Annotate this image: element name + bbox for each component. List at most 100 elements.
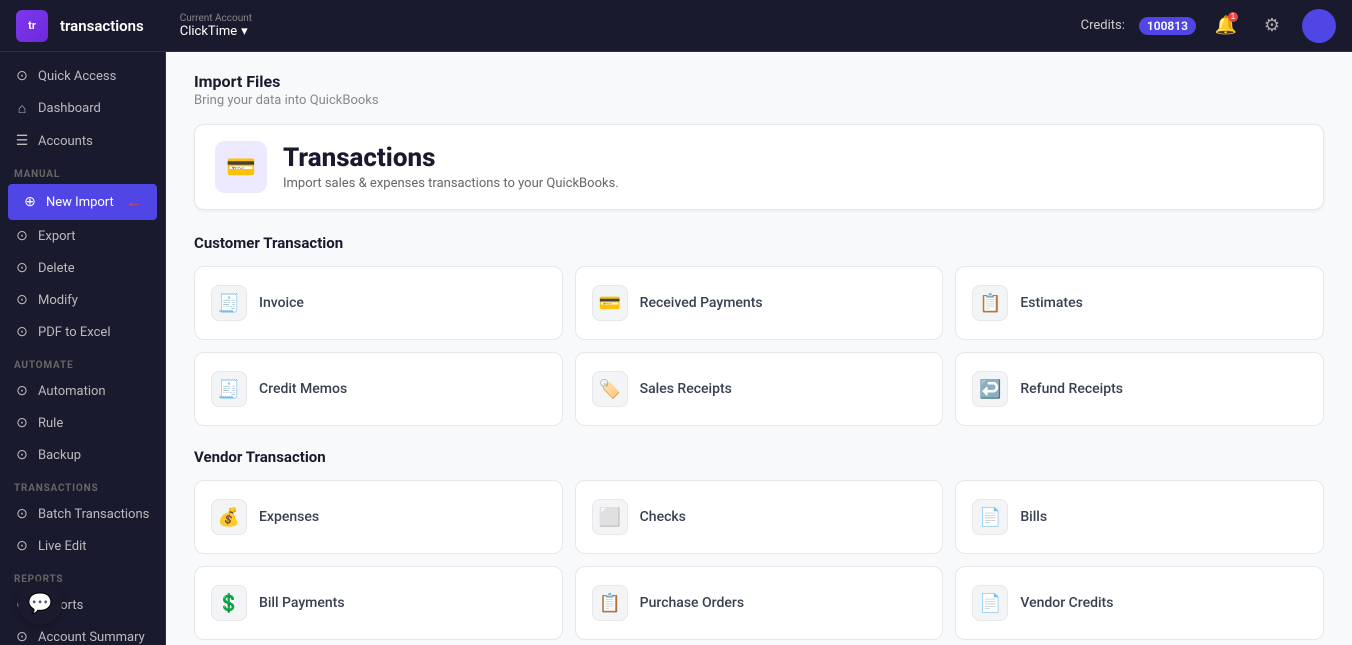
card-icon-box: 💳 [592, 285, 628, 321]
card-icon: 💳 [598, 293, 620, 314]
card-label: Estimates [1020, 295, 1082, 311]
card-label: Vendor Credits [1020, 595, 1113, 611]
nav-icon: ⊙ [14, 415, 30, 431]
account-label: Current Account [180, 13, 252, 24]
sidebar-item-dashboard[interactable]: ⌂Dashboard [0, 92, 165, 125]
card-icon: ⬜ [598, 507, 620, 528]
card-icon: 📄 [979, 593, 1001, 614]
sidebar-item-label: Backup [38, 448, 81, 463]
sidebar-item-rule[interactable]: ⊙ Rule [0, 407, 165, 439]
card-icon: 💰 [218, 507, 240, 528]
sidebar-item-label: PDF to Excel [38, 325, 110, 340]
sidebar-section-manual-section: MANUAL [0, 157, 165, 184]
card-icon-box: 🧾 [211, 285, 247, 321]
notifications-button[interactable]: 🔔 1 [1210, 10, 1242, 42]
user-avatar[interactable] [1302, 9, 1336, 43]
card-label: Checks [640, 509, 686, 525]
card-icon-box: 💲 [211, 585, 247, 621]
sidebar-item-modify[interactable]: ⊙Modify [0, 284, 165, 316]
card-icon-box: 📋 [592, 585, 628, 621]
nav-icon: ⊙ [14, 68, 30, 84]
sidebar-item-automation[interactable]: ⊙ Automation [0, 375, 165, 407]
topnav: tr transactions Current Account ClickTim… [0, 0, 1352, 52]
nav-icon: ⊙ [14, 260, 30, 276]
sidebar-item-batch-transactions[interactable]: ⊙ Batch Transactions [0, 498, 165, 530]
page-title: Import Files [194, 72, 1324, 91]
card-label: Credit Memos [259, 381, 347, 397]
card-icon: 🧾 [218, 379, 240, 400]
hero-title: Transactions [283, 143, 619, 173]
nav-icon: ⊕ [22, 194, 38, 210]
chat-button[interactable]: 💬 [18, 581, 62, 625]
vendor-section-title: Vendor Transaction [194, 448, 1324, 466]
card-label: Bill Payments [259, 595, 345, 611]
main-content: Import Files Bring your data into QuickB… [166, 52, 1352, 645]
card-invoice[interactable]: 🧾 Invoice [194, 266, 563, 340]
nav-icon: ⊙ [14, 629, 30, 645]
sidebar-item-live-edit[interactable]: ⊙Live Edit [0, 530, 165, 562]
sidebar-item-backup[interactable]: ⊙Backup [0, 439, 165, 471]
sidebar-item-export[interactable]: ⊙ Export [0, 220, 165, 252]
sidebar-section-transactions-section: TRANSACTIONS [0, 471, 165, 498]
hero-icon: 💳 [215, 141, 267, 193]
nav-icon: ☰ [14, 133, 30, 149]
sidebar-item-pdf-to-excel[interactable]: ⊙ PDF to Excel [0, 316, 165, 348]
nav-icon: ⊙ [14, 538, 30, 554]
sidebar-item-quick-access[interactable]: ⊙ Quick Access [0, 60, 165, 92]
topnav-right: Credits: 100813 🔔 1 ⚙ [1081, 9, 1336, 43]
card-sales-receipts[interactable]: 🏷️ Sales Receipts [575, 352, 944, 426]
card-label: Bills [1020, 509, 1047, 525]
sidebar-item-label: Batch Transactions [38, 507, 149, 522]
card-vendor-credits[interactable]: 📄 Vendor Credits [955, 566, 1324, 640]
card-icon-box: 🧾 [211, 371, 247, 407]
credits-badge: 100813 [1139, 17, 1196, 35]
settings-button[interactable]: ⚙ [1256, 10, 1288, 42]
card-label: Invoice [259, 295, 304, 311]
card-icon: 📋 [598, 593, 620, 614]
sidebar-item-account-summary[interactable]: ⊙ Account Summary [0, 621, 165, 645]
sidebar-item-label: Rule [38, 416, 63, 431]
nav-icon: ⊙ [14, 324, 30, 340]
card-bills[interactable]: 📄 Bills [955, 480, 1324, 554]
credits-label: Credits: [1081, 18, 1125, 33]
page-subtitle: Bring your data into QuickBooks [194, 93, 1324, 108]
hero-card: 💳 Transactions Import sales & expenses t… [194, 124, 1324, 210]
card-bill-payments[interactable]: 💲 Bill Payments [194, 566, 563, 640]
card-expenses[interactable]: 💰 Expenses [194, 480, 563, 554]
nav-icon: ⊙ [14, 383, 30, 399]
card-label: Received Payments [640, 295, 763, 311]
sidebar-item-label: Automation [38, 384, 106, 399]
sidebar-item-new-import[interactable]: ⊕New Import← [8, 184, 157, 220]
card-estimates[interactable]: 📋 Estimates [955, 266, 1324, 340]
nav-icon: ⊙ [14, 506, 30, 522]
notification-badge: 1 [1228, 12, 1238, 22]
sidebar-item-label: Account Summary [38, 630, 145, 645]
card-received-payments[interactable]: 💳 Received Payments [575, 266, 944, 340]
sidebar-item-label: Quick Access [38, 69, 116, 84]
nav-icon: ⊙ [14, 228, 30, 244]
card-icon-box: ⬜ [592, 499, 628, 535]
hero-description: Import sales & expenses transactions to … [283, 176, 619, 191]
card-icon-box: ↩️ [972, 371, 1008, 407]
card-icon-box: 📄 [972, 585, 1008, 621]
sidebar-item-label: Export [38, 229, 76, 244]
card-icon: 📄 [979, 507, 1001, 528]
card-checks[interactable]: ⬜ Checks [575, 480, 944, 554]
card-credit-memos[interactable]: 🧾 Credit Memos [194, 352, 563, 426]
sidebar-section-reports-section: REPORTS [0, 562, 165, 589]
sidebar: ⊙ Quick Access ⌂Dashboard ☰ Accounts MANUAL⊕N… [0, 52, 166, 645]
chevron-down-icon: ▾ [241, 24, 248, 39]
card-purchase-orders[interactable]: 📋 Purchase Orders [575, 566, 944, 640]
card-icon-box: 📄 [972, 499, 1008, 535]
sidebar-item-label: Accounts [38, 134, 93, 149]
card-icon: 🧾 [218, 293, 240, 314]
logo: tr [16, 10, 48, 42]
sidebar-item-accounts[interactable]: ☰ Accounts [0, 125, 165, 157]
card-icon: ↩️ [979, 379, 1001, 400]
nav-icon: ⊙ [14, 292, 30, 308]
sidebar-item-delete[interactable]: ⊙Delete [0, 252, 165, 284]
account-switcher[interactable]: ClickTime ▾ [180, 24, 252, 39]
card-refund-receipts[interactable]: ↩️ Refund Receipts [955, 352, 1324, 426]
account-section: Current Account ClickTime ▾ [180, 13, 252, 39]
topnav-left: tr transactions Current Account ClickTim… [16, 10, 252, 42]
